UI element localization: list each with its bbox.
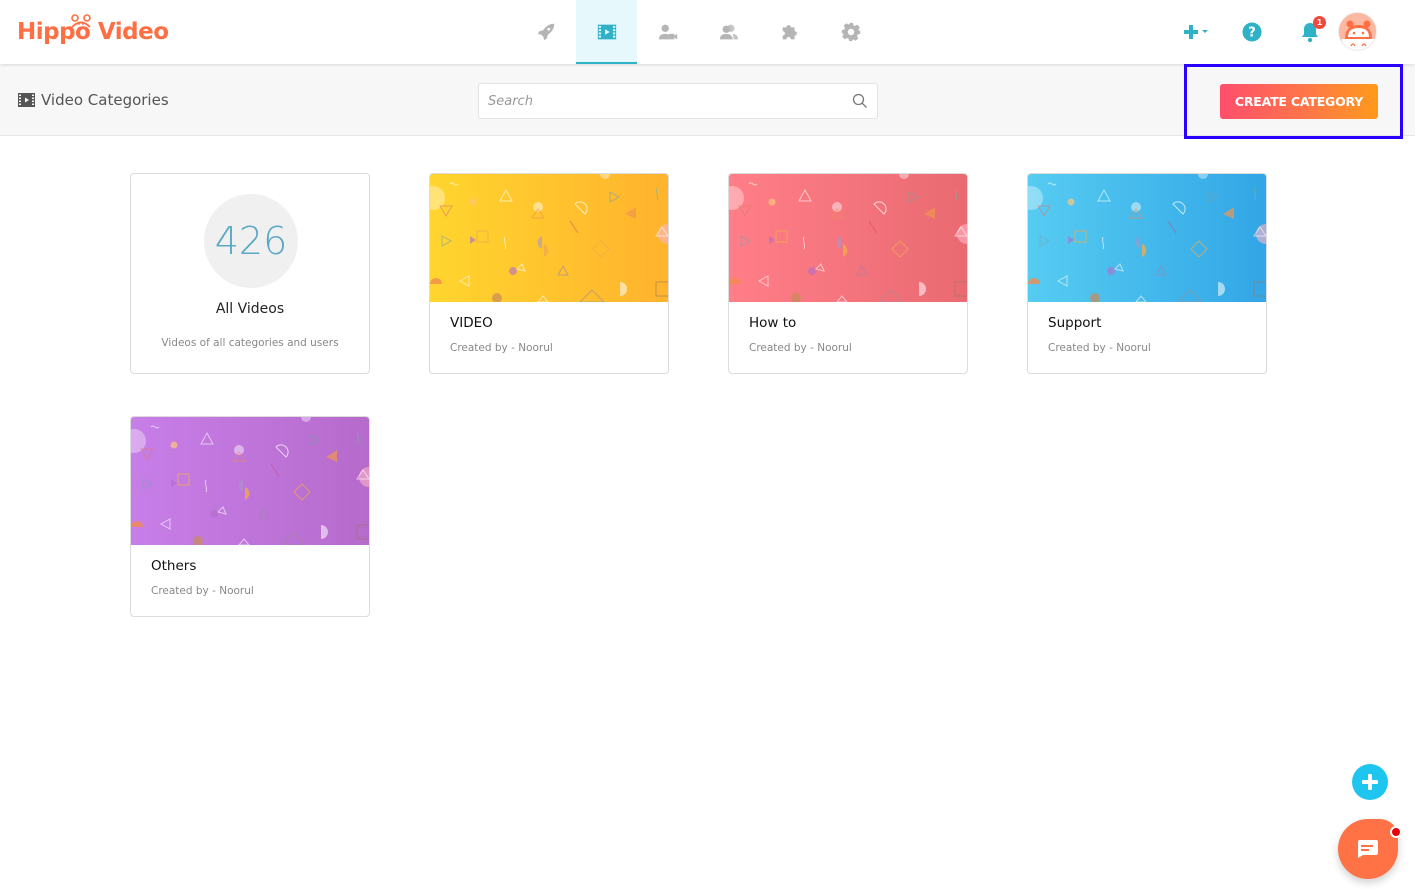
notifications-button[interactable]: 1 <box>1298 16 1326 47</box>
rocket-icon <box>537 23 554 41</box>
decorative-shape <box>210 510 218 518</box>
create-category-button[interactable]: CREATE CATEGORY <box>1220 84 1378 119</box>
plus-dropdown-icon <box>1184 25 1208 39</box>
category-creator: Created by - Noorul <box>749 342 852 354</box>
notification-badge: 1 <box>1313 16 1326 29</box>
page-header: Video Categories <box>0 64 1415 136</box>
category-card-others[interactable]: Others Created by - Noorul <box>130 416 370 617</box>
tab-contacts[interactable] <box>637 0 698 64</box>
top-navbar: Hippo Video ? 1 <box>0 0 1415 64</box>
video-film-icon <box>597 24 616 40</box>
category-name: Others <box>151 558 197 574</box>
all-videos-title: All Videos <box>215 301 285 317</box>
tab-videos[interactable] <box>576 0 637 64</box>
decorative-shape <box>768 198 776 206</box>
category-thumbnail <box>729 174 967 302</box>
decorative-shape <box>469 198 477 206</box>
chat-unread-indicator <box>1390 826 1402 838</box>
decorative-shape <box>1131 202 1141 212</box>
svg-text:?: ? <box>1248 26 1256 41</box>
search-icon[interactable] <box>852 93 868 109</box>
video-count: 426 <box>204 194 298 288</box>
video-film-icon <box>18 93 35 107</box>
category-name: Support <box>1048 315 1102 331</box>
search-field[interactable] <box>478 83 878 119</box>
decorative-shape <box>509 267 517 275</box>
hippo-logo-icon <box>71 14 91 28</box>
decorative-shape <box>808 267 816 275</box>
floating-add-button[interactable] <box>1352 764 1388 800</box>
all-videos-subtitle: Videos of all categories and users <box>161 337 339 349</box>
category-creator: Created by - Noorul <box>450 342 553 354</box>
users-icon <box>719 24 738 40</box>
add-menu-button[interactable] <box>1183 17 1215 47</box>
help-button[interactable]: ? <box>1241 17 1263 47</box>
hippo-video-logo[interactable]: Hippo Video <box>17 14 169 50</box>
plus-icon <box>1362 774 1378 790</box>
category-name: How to <box>749 315 797 331</box>
tab-launch[interactable] <box>515 0 576 64</box>
category-card-how-to[interactable]: How to Created by - Noorul <box>728 173 968 374</box>
decorative-shape <box>1107 267 1115 275</box>
tab-team[interactable] <box>698 0 759 64</box>
category-name: VIDEO <box>450 315 493 331</box>
question-circle-icon: ? <box>1242 22 1262 42</box>
user-video-icon <box>658 24 677 40</box>
category-card-video[interactable]: VIDEO Created by - Noorul <box>429 173 669 374</box>
page-title: Video Categories <box>18 91 169 109</box>
main-nav-tabs <box>515 0 881 64</box>
decorative-shape <box>533 202 543 212</box>
puzzle-icon <box>782 25 797 40</box>
user-avatar[interactable] <box>1338 12 1377 51</box>
search-input[interactable] <box>479 84 839 118</box>
decorative-shape <box>170 441 178 449</box>
decorative-shape <box>234 445 244 455</box>
page-title-text: Video Categories <box>41 91 169 109</box>
thumbnail-background <box>1028 174 1266 302</box>
thumbnail-background <box>131 417 369 545</box>
gear-icon <box>841 22 860 42</box>
chat-icon <box>1358 840 1378 858</box>
category-creator: Created by - Noorul <box>151 585 254 597</box>
category-creator: Created by - Noorul <box>1048 342 1151 354</box>
thumbnail-background <box>430 174 668 302</box>
decorative-shape <box>1067 198 1075 206</box>
category-thumbnail <box>131 417 369 545</box>
category-card-support[interactable]: Support Created by - Noorul <box>1027 173 1267 374</box>
hippo-avatar-icon <box>1339 13 1376 50</box>
category-thumbnail <box>1028 174 1266 302</box>
tab-integrations[interactable] <box>759 0 820 64</box>
chat-widget-button[interactable] <box>1338 819 1398 879</box>
category-thumbnail <box>430 174 668 302</box>
thumbnail-background <box>729 174 967 302</box>
tab-settings[interactable] <box>820 0 881 64</box>
all-videos-card[interactable]: 426 All Videos Videos of all categories … <box>130 173 370 374</box>
decorative-shape <box>832 202 842 212</box>
